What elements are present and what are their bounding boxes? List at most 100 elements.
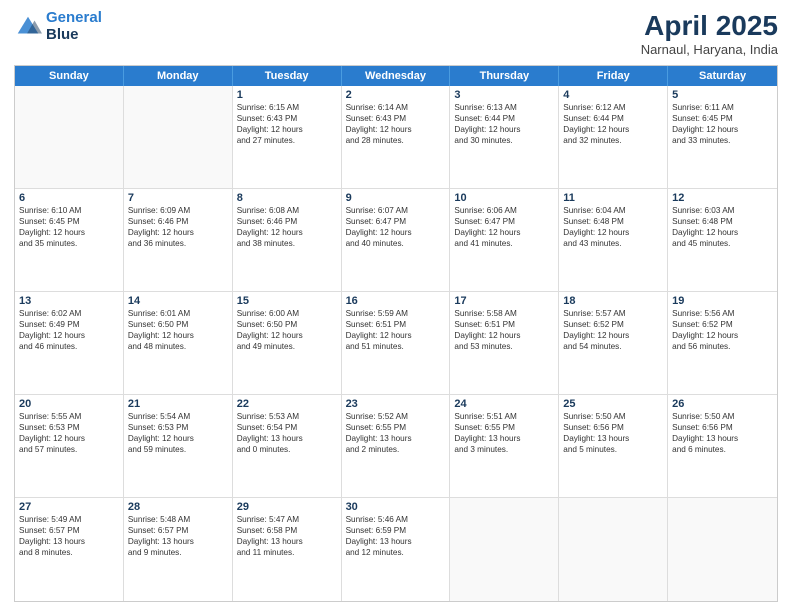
day-info-line: and 11 minutes. bbox=[237, 547, 337, 558]
day-info-line: Daylight: 12 hours bbox=[454, 227, 554, 238]
day-info-line: Sunrise: 5:50 AM bbox=[672, 411, 773, 422]
day-info-line: and 36 minutes. bbox=[128, 238, 228, 249]
day-number: 25 bbox=[563, 398, 663, 410]
day-info-line: Sunrise: 5:50 AM bbox=[563, 411, 663, 422]
day-info-line: and 40 minutes. bbox=[346, 238, 446, 249]
day-info-line: Sunset: 6:57 PM bbox=[19, 525, 119, 536]
logo: General Blue bbox=[14, 10, 102, 43]
weekday-header: Wednesday bbox=[342, 66, 451, 86]
day-info-line: Sunset: 6:45 PM bbox=[672, 113, 773, 124]
day-info-line: Daylight: 13 hours bbox=[672, 433, 773, 444]
day-info-line: Sunrise: 5:48 AM bbox=[128, 514, 228, 525]
day-number: 8 bbox=[237, 192, 337, 204]
day-info-line: Sunrise: 6:00 AM bbox=[237, 308, 337, 319]
day-info-line: and 3 minutes. bbox=[454, 444, 554, 455]
day-number: 6 bbox=[19, 192, 119, 204]
day-info-line: Sunset: 6:50 PM bbox=[128, 319, 228, 330]
day-info-line: Daylight: 12 hours bbox=[563, 124, 663, 135]
weekday-header: Friday bbox=[559, 66, 668, 86]
day-info-line: Sunrise: 6:08 AM bbox=[237, 205, 337, 216]
main-title: April 2025 bbox=[641, 10, 778, 42]
logo-text: General Blue bbox=[46, 10, 102, 43]
day-info-line: Sunset: 6:53 PM bbox=[128, 422, 228, 433]
calendar-body: 1Sunrise: 6:15 AMSunset: 6:43 PMDaylight… bbox=[15, 86, 777, 601]
day-info-line: Sunset: 6:47 PM bbox=[454, 216, 554, 227]
day-info-line: Sunset: 6:47 PM bbox=[346, 216, 446, 227]
day-info-line: Sunset: 6:52 PM bbox=[563, 319, 663, 330]
calendar-day-cell: 22Sunrise: 5:53 AMSunset: 6:54 PMDayligh… bbox=[233, 395, 342, 497]
day-info-line: Sunset: 6:51 PM bbox=[454, 319, 554, 330]
day-info-line: Daylight: 13 hours bbox=[19, 536, 119, 547]
day-info-line: Daylight: 13 hours bbox=[454, 433, 554, 444]
calendar-day-cell: 19Sunrise: 5:56 AMSunset: 6:52 PMDayligh… bbox=[668, 292, 777, 394]
day-info-line: Sunset: 6:46 PM bbox=[237, 216, 337, 227]
day-info-line: Daylight: 12 hours bbox=[346, 330, 446, 341]
day-number: 10 bbox=[454, 192, 554, 204]
day-info-line: Sunrise: 6:15 AM bbox=[237, 102, 337, 113]
day-info-line: and 51 minutes. bbox=[346, 341, 446, 352]
day-info-line: and 38 minutes. bbox=[237, 238, 337, 249]
day-number: 17 bbox=[454, 295, 554, 307]
calendar-row: 20Sunrise: 5:55 AMSunset: 6:53 PMDayligh… bbox=[15, 395, 777, 498]
day-info-line: Daylight: 13 hours bbox=[346, 536, 446, 547]
header: General Blue April 2025 Narnaul, Haryana… bbox=[14, 10, 778, 57]
day-number: 9 bbox=[346, 192, 446, 204]
day-number: 22 bbox=[237, 398, 337, 410]
day-info-line: Sunset: 6:52 PM bbox=[672, 319, 773, 330]
day-info-line: Daylight: 12 hours bbox=[237, 227, 337, 238]
day-info-line: Sunset: 6:55 PM bbox=[454, 422, 554, 433]
day-info-line: Sunset: 6:48 PM bbox=[672, 216, 773, 227]
day-info-line: Sunset: 6:54 PM bbox=[237, 422, 337, 433]
day-info-line: Daylight: 13 hours bbox=[563, 433, 663, 444]
calendar-day-cell: 23Sunrise: 5:52 AMSunset: 6:55 PMDayligh… bbox=[342, 395, 451, 497]
day-info-line: and 6 minutes. bbox=[672, 444, 773, 455]
day-info-line: Daylight: 12 hours bbox=[19, 433, 119, 444]
empty-cell bbox=[450, 498, 559, 601]
day-info-line: Sunrise: 5:57 AM bbox=[563, 308, 663, 319]
calendar-day-cell: 13Sunrise: 6:02 AMSunset: 6:49 PMDayligh… bbox=[15, 292, 124, 394]
calendar-day-cell: 12Sunrise: 6:03 AMSunset: 6:48 PMDayligh… bbox=[668, 189, 777, 291]
subtitle: Narnaul, Haryana, India bbox=[641, 42, 778, 57]
calendar-row: 13Sunrise: 6:02 AMSunset: 6:49 PMDayligh… bbox=[15, 292, 777, 395]
day-info-line: Sunset: 6:46 PM bbox=[128, 216, 228, 227]
day-number: 7 bbox=[128, 192, 228, 204]
day-info-line: and 33 minutes. bbox=[672, 135, 773, 146]
day-number: 29 bbox=[237, 501, 337, 513]
calendar-day-cell: 28Sunrise: 5:48 AMSunset: 6:57 PMDayligh… bbox=[124, 498, 233, 601]
day-info-line: and 28 minutes. bbox=[346, 135, 446, 146]
day-info-line: Daylight: 12 hours bbox=[237, 124, 337, 135]
weekday-header: Sunday bbox=[15, 66, 124, 86]
day-number: 28 bbox=[128, 501, 228, 513]
calendar-day-cell: 20Sunrise: 5:55 AMSunset: 6:53 PMDayligh… bbox=[15, 395, 124, 497]
calendar-day-cell: 5Sunrise: 6:11 AMSunset: 6:45 PMDaylight… bbox=[668, 86, 777, 188]
day-info-line: Sunset: 6:53 PM bbox=[19, 422, 119, 433]
day-info-line: Sunrise: 5:53 AM bbox=[237, 411, 337, 422]
day-info-line: and 12 minutes. bbox=[346, 547, 446, 558]
day-info-line: and 35 minutes. bbox=[19, 238, 119, 249]
day-info-line: Daylight: 12 hours bbox=[563, 227, 663, 238]
weekday-header: Tuesday bbox=[233, 66, 342, 86]
day-info-line: Daylight: 12 hours bbox=[672, 227, 773, 238]
calendar-day-cell: 26Sunrise: 5:50 AMSunset: 6:56 PMDayligh… bbox=[668, 395, 777, 497]
calendar-row: 6Sunrise: 6:10 AMSunset: 6:45 PMDaylight… bbox=[15, 189, 777, 292]
day-info-line: Sunset: 6:55 PM bbox=[346, 422, 446, 433]
day-info-line: and 8 minutes. bbox=[19, 547, 119, 558]
day-info-line: and 49 minutes. bbox=[237, 341, 337, 352]
day-info-line: and 32 minutes. bbox=[563, 135, 663, 146]
day-number: 24 bbox=[454, 398, 554, 410]
calendar-day-cell: 16Sunrise: 5:59 AMSunset: 6:51 PMDayligh… bbox=[342, 292, 451, 394]
day-info-line: Daylight: 12 hours bbox=[128, 330, 228, 341]
calendar-day-cell: 1Sunrise: 6:15 AMSunset: 6:43 PMDaylight… bbox=[233, 86, 342, 188]
calendar-day-cell: 3Sunrise: 6:13 AMSunset: 6:44 PMDaylight… bbox=[450, 86, 559, 188]
day-info-line: Sunrise: 5:46 AM bbox=[346, 514, 446, 525]
calendar: SundayMondayTuesdayWednesdayThursdayFrid… bbox=[14, 65, 778, 602]
day-info-line: and 46 minutes. bbox=[19, 341, 119, 352]
day-number: 27 bbox=[19, 501, 119, 513]
day-info-line: Sunrise: 5:56 AM bbox=[672, 308, 773, 319]
day-info-line: and 48 minutes. bbox=[128, 341, 228, 352]
day-number: 11 bbox=[563, 192, 663, 204]
day-info-line: Sunset: 6:56 PM bbox=[563, 422, 663, 433]
day-info-line: Daylight: 12 hours bbox=[346, 124, 446, 135]
day-number: 20 bbox=[19, 398, 119, 410]
title-section: April 2025 Narnaul, Haryana, India bbox=[641, 10, 778, 57]
